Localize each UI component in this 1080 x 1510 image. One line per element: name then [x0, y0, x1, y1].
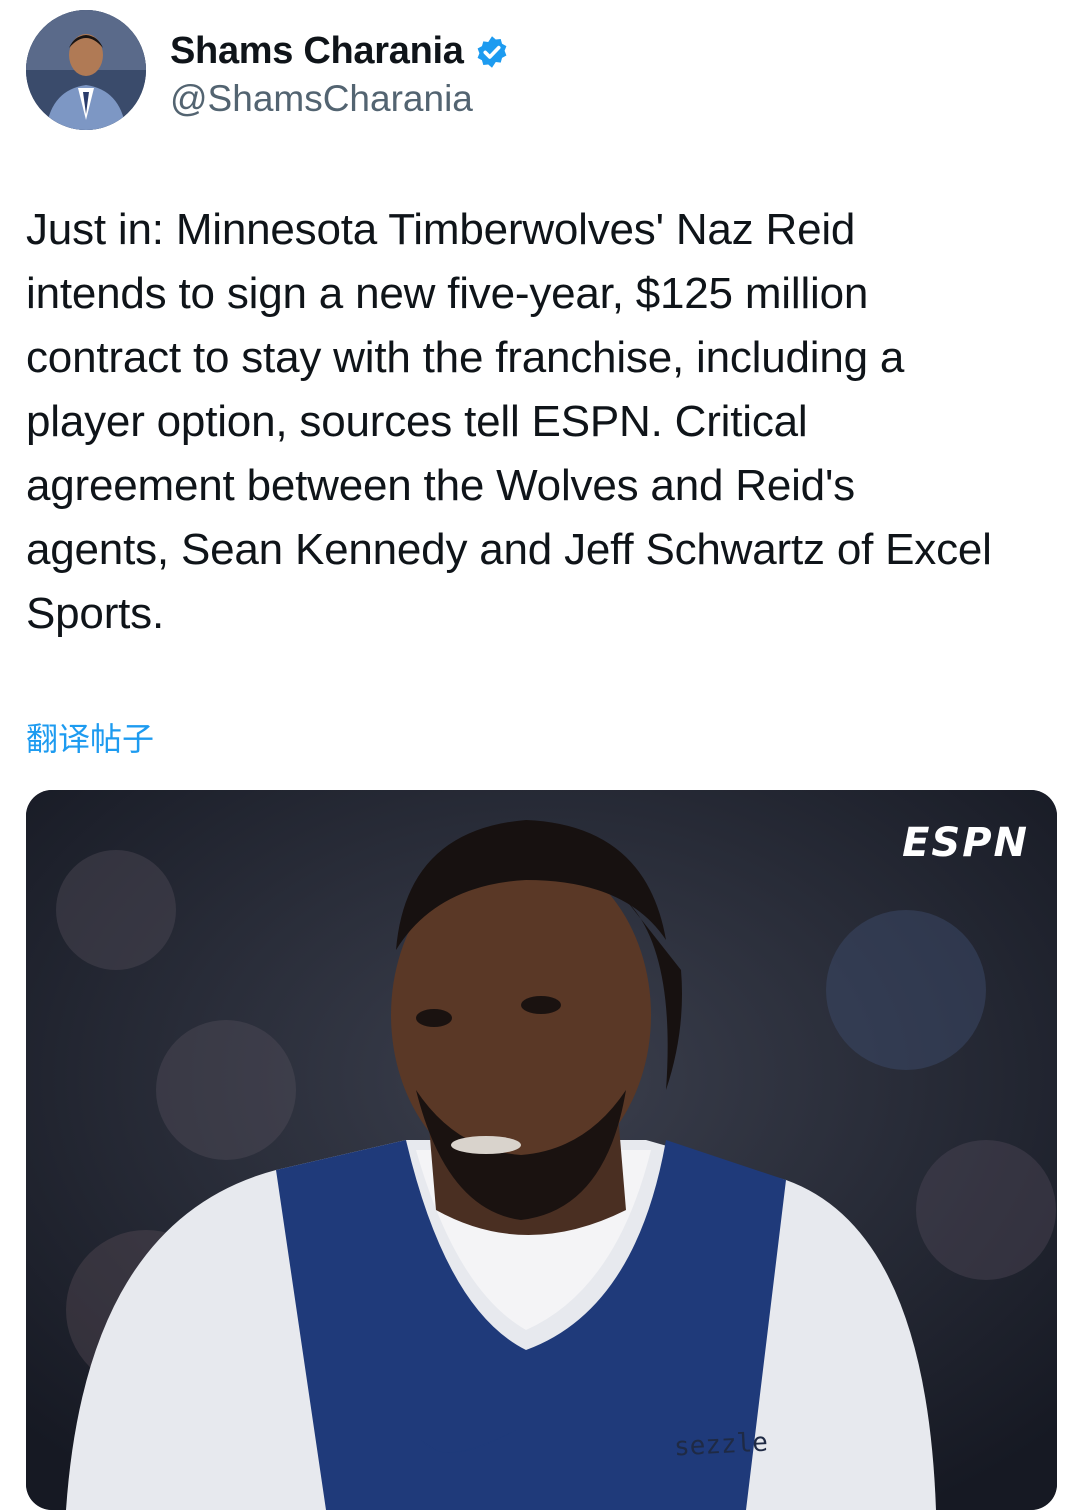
author-avatar[interactable]	[26, 10, 146, 130]
author-display-name[interactable]: Shams Charania	[170, 30, 464, 73]
tweet-header: Shams Charania @ShamsCharania	[26, 10, 1056, 132]
sponsor-patch: sezzle	[673, 1427, 769, 1463]
espn-logo: ESPN	[902, 820, 1029, 866]
player-photo	[26, 790, 1057, 1510]
translate-post-link[interactable]: 翻译帖子	[26, 714, 154, 760]
author-handle[interactable]: @ShamsCharania	[170, 78, 473, 120]
verified-badge-icon	[474, 34, 510, 70]
tweet-text: Just in: Minnesota Timberwolves' Naz Rei…	[26, 205, 992, 638]
tweet-media-image[interactable]: ESPN sezzle	[26, 790, 1057, 1510]
